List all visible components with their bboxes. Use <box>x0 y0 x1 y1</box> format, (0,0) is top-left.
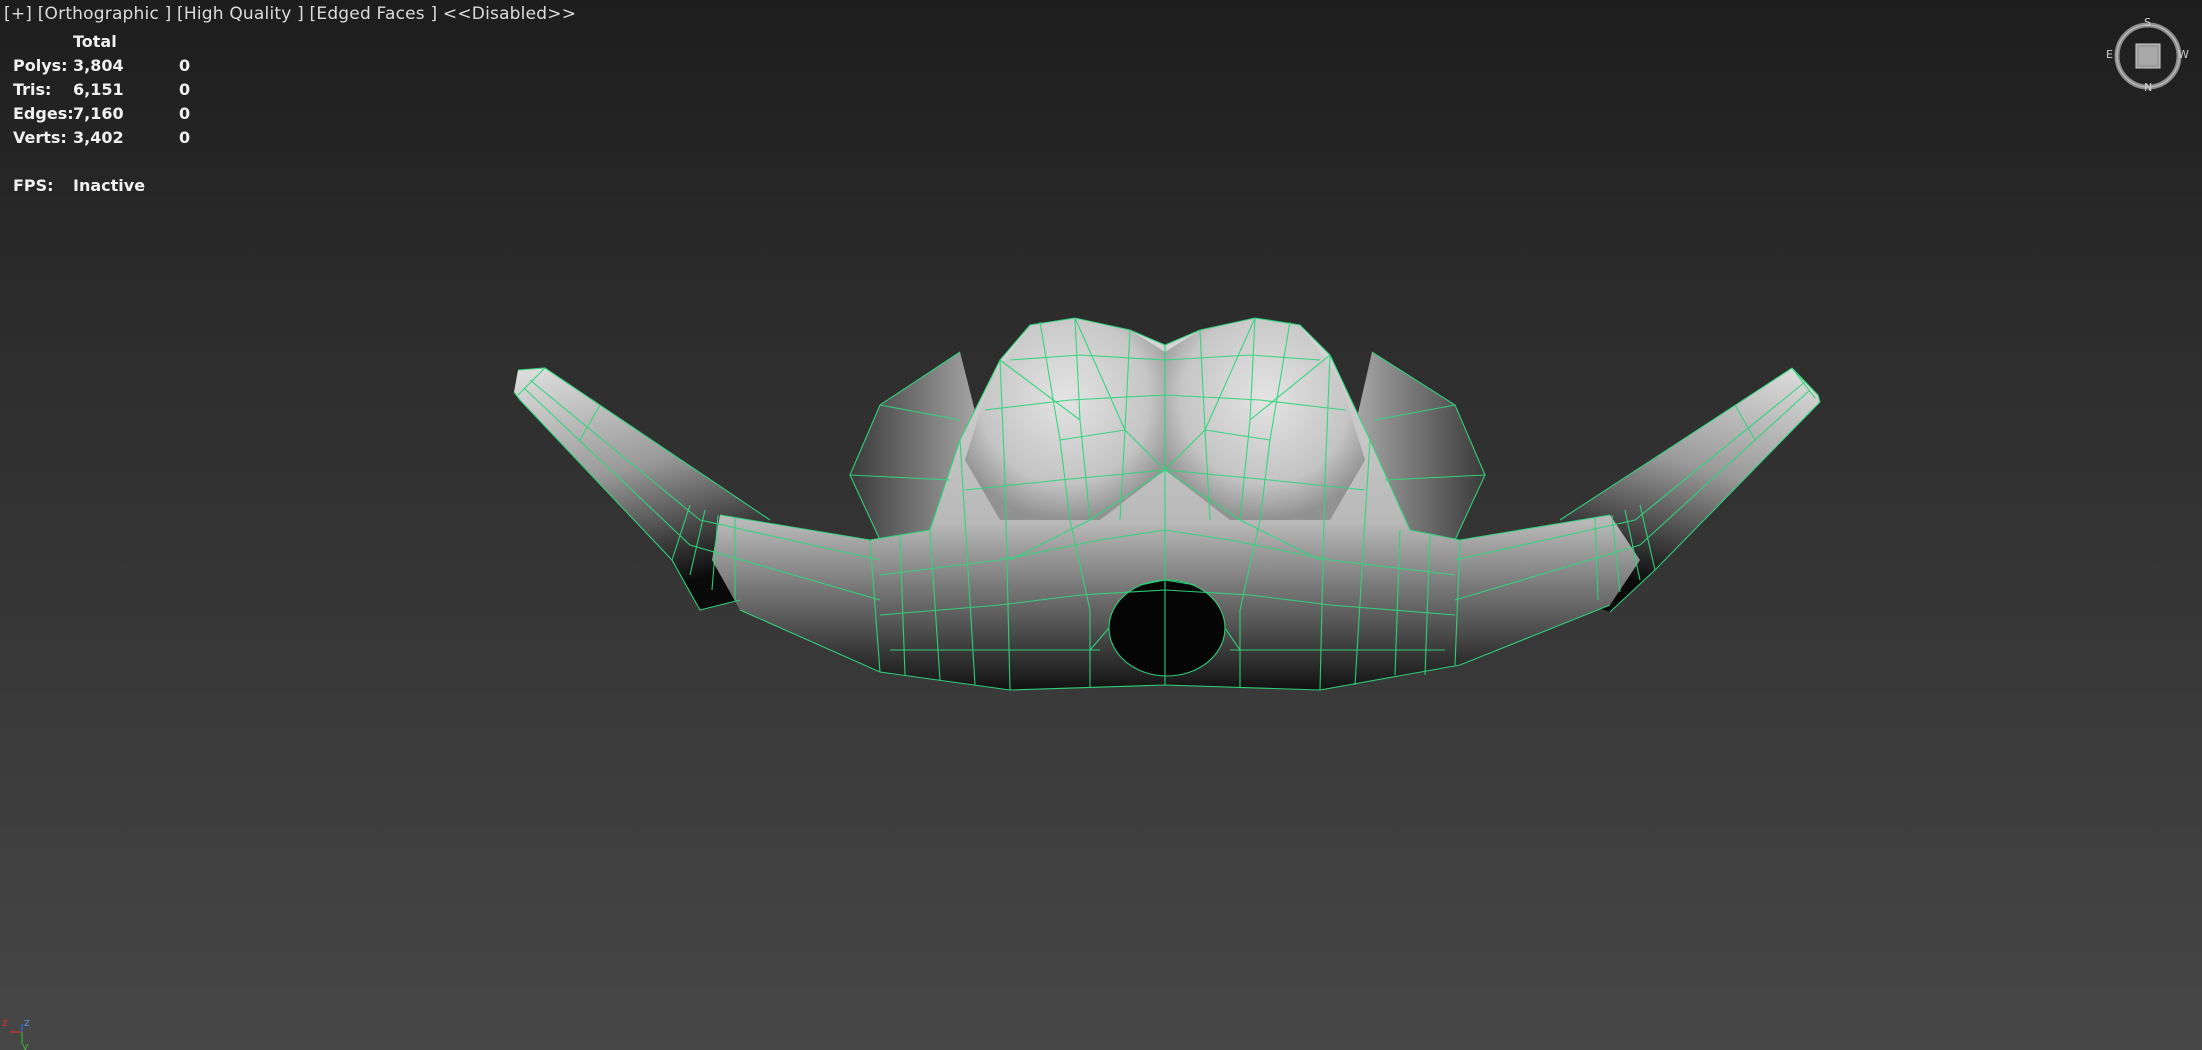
wireframe-mesh-model[interactable] <box>0 0 2202 1050</box>
mesh-shading <box>514 318 1820 690</box>
